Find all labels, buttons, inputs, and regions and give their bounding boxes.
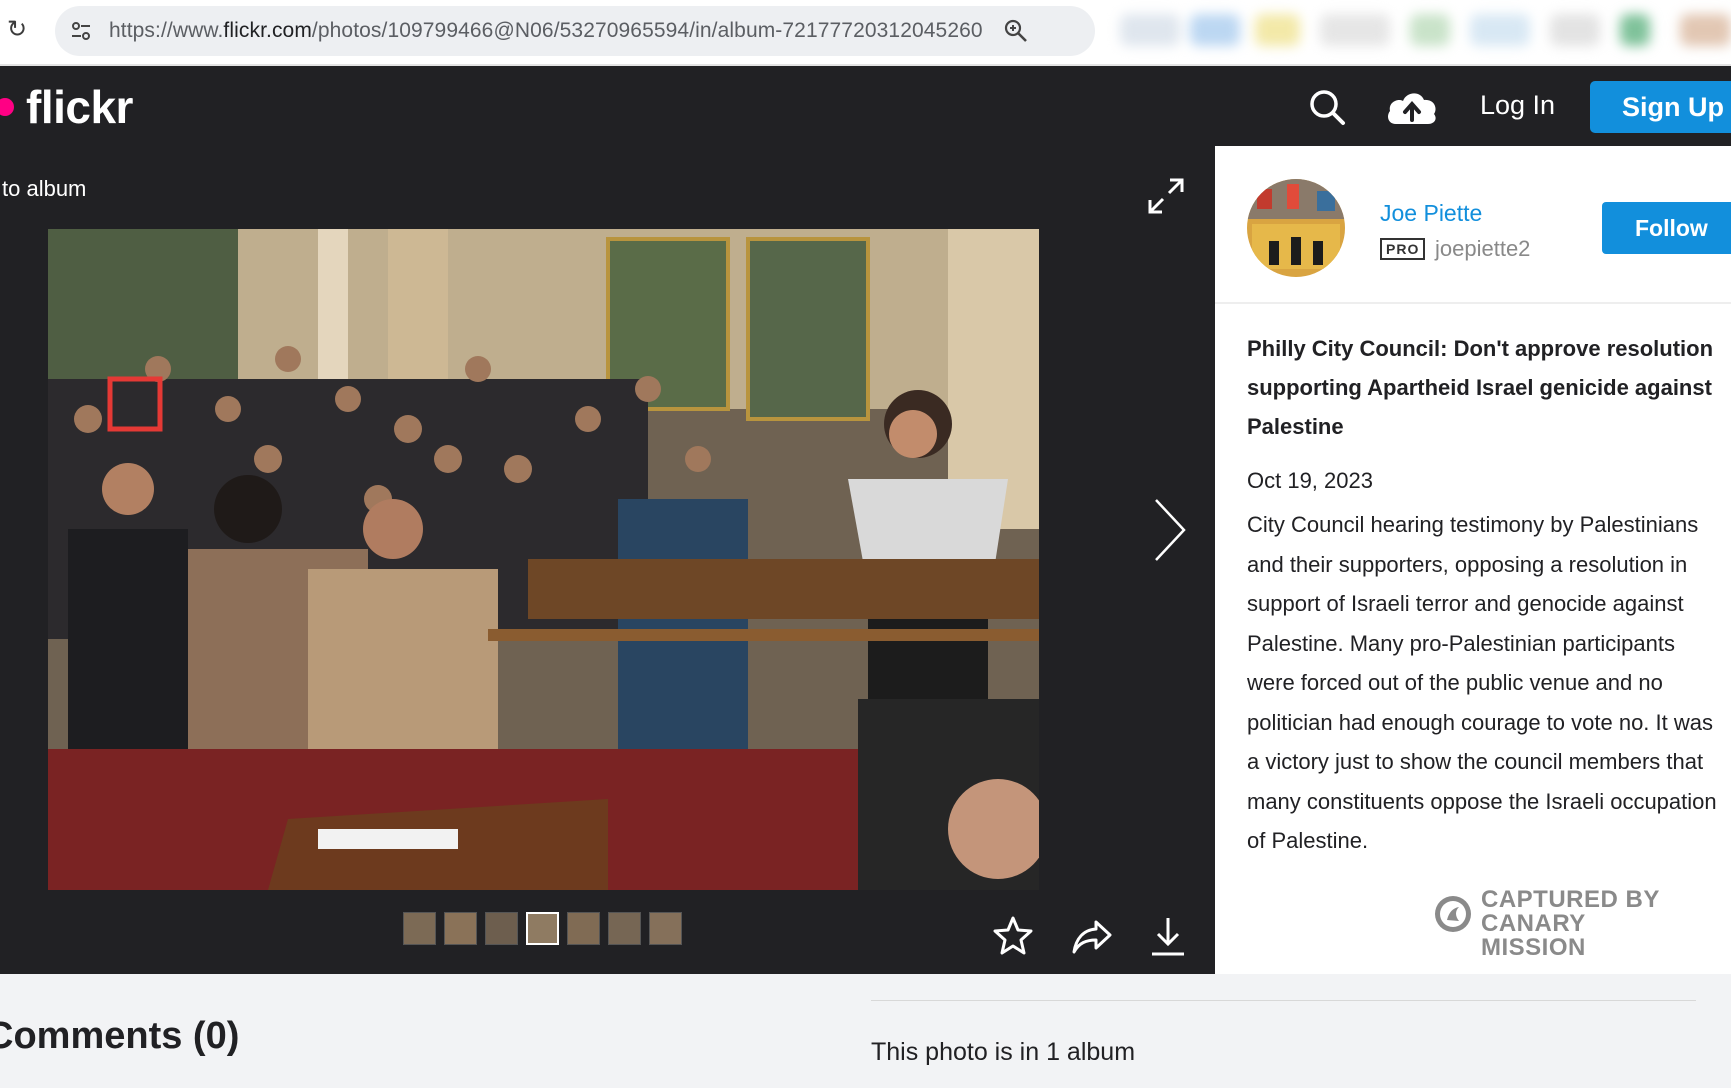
upload-cloud-icon[interactable]: [1384, 86, 1440, 128]
photo-sidebar: Joe Piette PRO joepiette2 Follow Philly …: [1215, 146, 1731, 974]
watermark-line2: CANARY MISSION: [1481, 910, 1586, 961]
photo-description: City Council hearing testimony by Palest…: [1247, 512, 1717, 853]
divider: [1215, 302, 1731, 304]
photo-date: Oct 19, 2023: [1247, 468, 1373, 493]
zoom-icon[interactable]: [1003, 18, 1029, 44]
url-text: https://www.flickr.com/photos/109799466@…: [109, 19, 983, 42]
thumbnail[interactable]: [567, 912, 600, 945]
album-count-text: This photo is in 1 album: [871, 1038, 1136, 1066]
owner-username[interactable]: joepiette2: [1435, 236, 1530, 262]
thumbnail[interactable]: [403, 912, 436, 945]
blurred-extensions: [1080, 10, 1731, 52]
photo-title: Philly City Council: Don't approve resol…: [1247, 336, 1714, 439]
signup-button[interactable]: Sign Up: [1590, 81, 1731, 133]
thumbnail[interactable]: [649, 912, 682, 945]
browser-toolbar: ↻ https://www.flickr.com/photos/10979946…: [0, 0, 1731, 66]
logo-dot: [0, 98, 14, 116]
comments-heading: Comments (0): [0, 1015, 240, 1057]
flickr-logo[interactable]: flickr: [26, 80, 133, 134]
back-to-album-link[interactable]: to album: [2, 176, 86, 202]
main-photo[interactable]: [48, 229, 1039, 890]
thumbnail[interactable]: [444, 912, 477, 945]
owner-avatar[interactable]: [1247, 179, 1345, 277]
site-header: flickr Log In Sign Up: [0, 66, 1731, 146]
watermark-line1: CAPTURED BY: [1481, 886, 1660, 913]
reload-icon[interactable]: ↻: [4, 16, 30, 42]
canary-mission-watermark: CAPTURED BY CANARY MISSION: [1433, 886, 1693, 960]
thumbnail-active[interactable]: [526, 912, 559, 945]
login-link[interactable]: Log In: [1480, 90, 1555, 121]
canary-logo-icon: [1435, 896, 1471, 932]
share-arrow-icon[interactable]: [1070, 914, 1114, 958]
thumbnail[interactable]: [485, 912, 518, 945]
divider: [871, 1000, 1696, 1001]
next-photo-arrow[interactable]: [1152, 496, 1188, 564]
download-icon[interactable]: [1146, 914, 1190, 958]
owner-name[interactable]: Joe Piette: [1380, 200, 1482, 227]
follow-button[interactable]: Follow: [1602, 202, 1731, 254]
thumbnail[interactable]: [608, 912, 641, 945]
photo-viewer: to album: [0, 146, 1215, 974]
fullscreen-expand-icon[interactable]: [1146, 176, 1186, 216]
pro-badge: PRO: [1380, 238, 1426, 260]
favorite-star-icon[interactable]: [991, 914, 1035, 958]
site-settings-icon[interactable]: [69, 19, 93, 43]
address-bar[interactable]: https://www.flickr.com/photos/109799466@…: [55, 6, 1095, 56]
search-icon[interactable]: [1308, 88, 1346, 126]
